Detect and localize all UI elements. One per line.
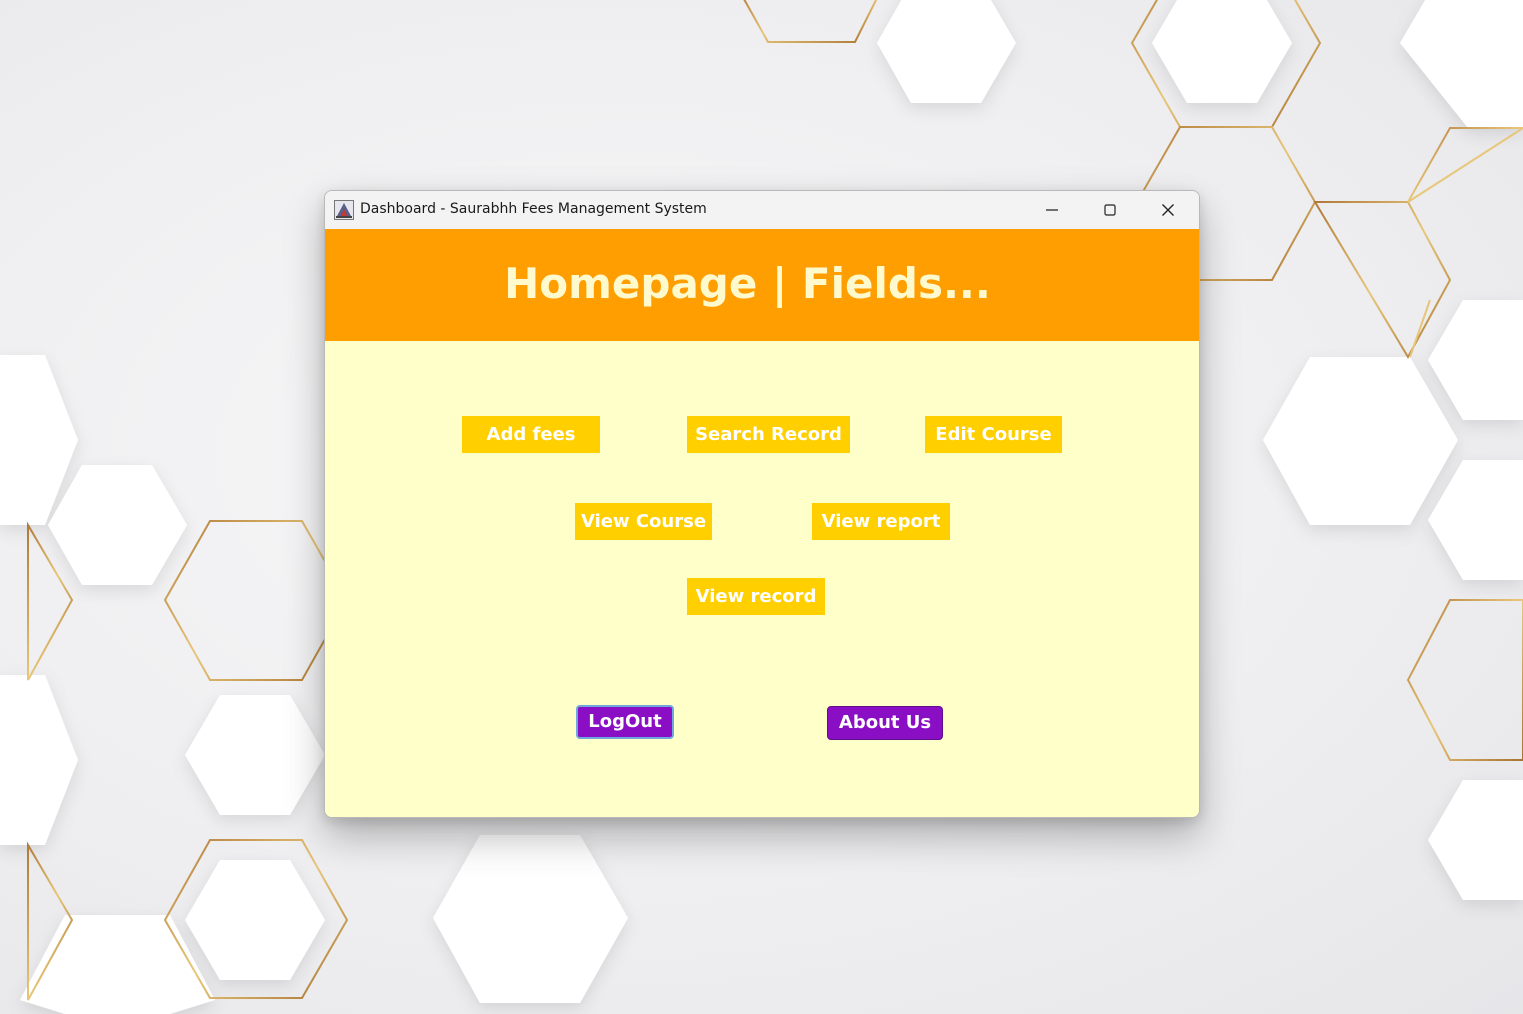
dashboard-window: Dashboard - Saurabhh Fees Management Sys… bbox=[324, 190, 1200, 818]
title-bar[interactable]: Dashboard - Saurabhh Fees Management Sys… bbox=[325, 191, 1199, 229]
dashboard-panel: Add fees Search Record Edit Course View … bbox=[325, 341, 1199, 817]
view-course-button[interactable]: View Course bbox=[575, 503, 712, 540]
search-record-button[interactable]: Search Record bbox=[687, 416, 850, 453]
java-app-icon bbox=[334, 200, 354, 220]
close-icon bbox=[1162, 204, 1174, 216]
close-button[interactable] bbox=[1139, 191, 1197, 229]
view-report-button[interactable]: View report bbox=[812, 503, 950, 540]
logout-button[interactable]: LogOut bbox=[576, 705, 674, 739]
minimize-icon bbox=[1046, 209, 1058, 211]
page-title: Homepage | Fields... bbox=[504, 259, 991, 308]
window-title: Dashboard - Saurabhh Fees Management Sys… bbox=[360, 201, 707, 217]
add-fees-button[interactable]: Add fees bbox=[462, 416, 600, 453]
maximize-icon bbox=[1104, 204, 1116, 216]
minimize-button[interactable] bbox=[1023, 191, 1081, 229]
view-record-button[interactable]: View record bbox=[687, 578, 825, 615]
edit-course-button[interactable]: Edit Course bbox=[925, 416, 1062, 453]
about-us-button[interactable]: About Us bbox=[827, 706, 943, 740]
page-header: Homepage | Fields... bbox=[325, 229, 1199, 341]
maximize-button[interactable] bbox=[1081, 191, 1139, 229]
